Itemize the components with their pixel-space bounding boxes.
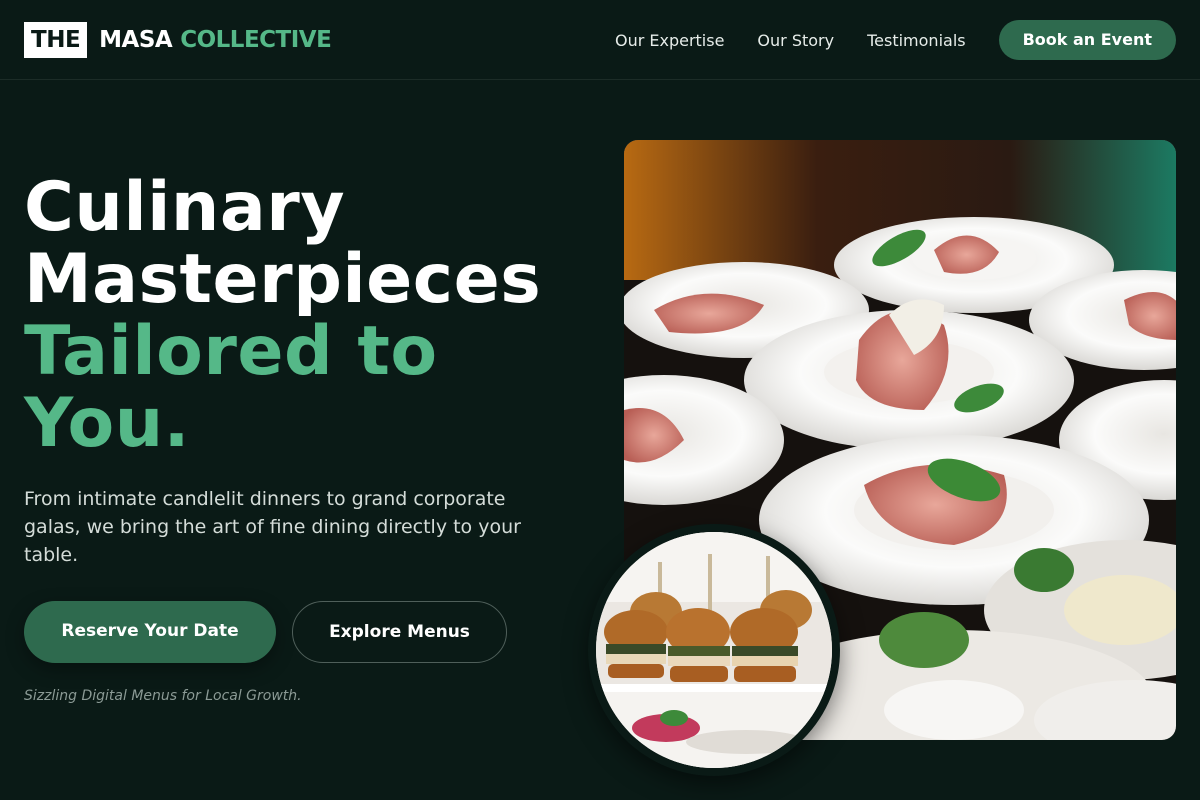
nav-our-expertise[interactable]: Our Expertise	[615, 31, 724, 50]
logo-word: MASA	[99, 27, 173, 53]
main-nav: Our Expertise Our Story Testimonials Boo…	[615, 20, 1176, 60]
logo-accent-word: COLLECTIVE	[180, 27, 332, 53]
reserve-date-button[interactable]: Reserve Your Date	[24, 601, 276, 663]
book-event-button[interactable]: Book an Event	[998, 20, 1176, 60]
headline-line-4: You.	[24, 384, 190, 463]
site-header: THE MASA COLLECTIVE Our Expertise Our St…	[0, 0, 1200, 80]
hero-tagline: Sizzling Digital Menus for Local Growth.	[24, 688, 302, 704]
headline-line-1: Culinary	[24, 168, 346, 247]
site-logo[interactable]: THE MASA COLLECTIVE	[24, 22, 332, 58]
hero-headline: Culinary Masterpieces Tailored to You.	[24, 172, 604, 460]
headline-line-3: Tailored to	[24, 312, 438, 391]
sliders-inset-image	[588, 524, 840, 776]
hero-lead-text: From intimate candlelit dinners to grand…	[24, 488, 521, 566]
mini-sliders-illustration	[596, 532, 832, 768]
explore-menus-button[interactable]: Explore Menus	[292, 601, 507, 663]
logo-the-box: THE	[24, 22, 88, 58]
nav-testimonials[interactable]: Testimonials	[867, 31, 966, 50]
nav-our-story[interactable]: Our Story	[757, 31, 834, 50]
headline-line-2: Masterpieces	[24, 240, 542, 319]
